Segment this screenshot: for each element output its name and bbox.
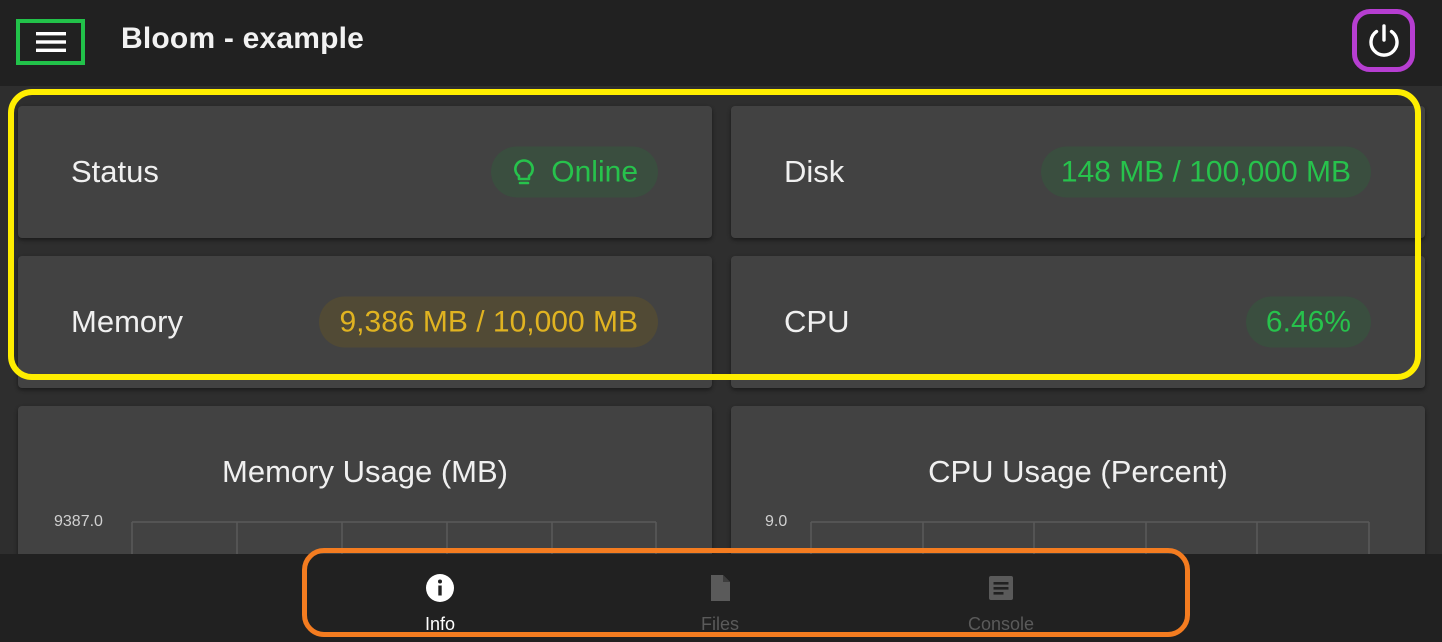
console-icon bbox=[989, 576, 1013, 600]
page-title: Bloom - example bbox=[121, 22, 365, 55]
cpu-chart-title: CPU Usage (Percent) bbox=[928, 454, 1228, 489]
tab-console[interactable]: Console bbox=[921, 572, 1081, 636]
info-icon bbox=[426, 574, 454, 602]
main-content: Status Online Disk 148 MB / 100,000 MB M… bbox=[0, 86, 1442, 554]
cpu-badge: 6.46% bbox=[1245, 296, 1371, 348]
cpu-label: CPU bbox=[784, 304, 850, 339]
memory-value: 9,386 MB / 10,000 MB bbox=[339, 305, 638, 338]
tab-console-label: Console bbox=[967, 614, 1035, 634]
power-button[interactable] bbox=[1352, 9, 1415, 72]
memory-chart-grid bbox=[131, 521, 657, 554]
file-icon bbox=[711, 575, 730, 601]
tab-info-label: Info bbox=[424, 614, 456, 634]
memory-badge: 9,386 MB / 10,000 MB bbox=[319, 296, 658, 348]
power-icon bbox=[1368, 23, 1399, 57]
menu-button[interactable] bbox=[16, 19, 85, 65]
status-badge: Online bbox=[491, 146, 658, 198]
lightbulb-icon bbox=[514, 158, 535, 184]
cpu-chart-card: CPU Usage (Percent) 9.0 bbox=[731, 406, 1425, 554]
tab-files-label: Files bbox=[700, 614, 739, 634]
disk-label: Disk bbox=[784, 154, 845, 189]
memory-chart-title: Memory Usage (MB) bbox=[222, 454, 508, 489]
status-value: Online bbox=[551, 155, 638, 188]
cpu-chart-grid bbox=[810, 521, 1370, 554]
disk-card: Disk 148 MB / 100,000 MB bbox=[731, 106, 1425, 238]
status-label: Status bbox=[71, 154, 159, 189]
cpu-chart: 9.0 bbox=[765, 513, 1370, 554]
memory-chart-y-max-label: 9387.0 bbox=[54, 513, 103, 530]
cpu-card: CPU 6.46% bbox=[731, 256, 1425, 388]
memory-card: Memory 9,386 MB / 10,000 MB bbox=[18, 256, 712, 388]
status-card: Status Online bbox=[18, 106, 712, 238]
memory-chart: 9387.0 bbox=[54, 513, 657, 554]
disk-value: 148 MB / 100,000 MB bbox=[1060, 155, 1351, 188]
menu-icon bbox=[35, 32, 66, 52]
tab-files[interactable]: Files bbox=[640, 572, 800, 636]
memory-chart-card: Memory Usage (MB) 9387.0 bbox=[18, 406, 712, 554]
cpu-chart-y-max-label: 9.0 bbox=[765, 513, 787, 530]
app-root: Bloom - example Status Online Disk 148 M… bbox=[0, 0, 1442, 642]
bottom-navigation: Info Files Console bbox=[0, 548, 1442, 642]
tab-info[interactable]: Info bbox=[360, 572, 520, 636]
memory-label: Memory bbox=[71, 304, 183, 339]
app-bar: Bloom - example bbox=[0, 0, 1442, 86]
disk-badge: 148 MB / 100,000 MB bbox=[1040, 146, 1371, 198]
cpu-value: 6.46% bbox=[1265, 305, 1351, 338]
